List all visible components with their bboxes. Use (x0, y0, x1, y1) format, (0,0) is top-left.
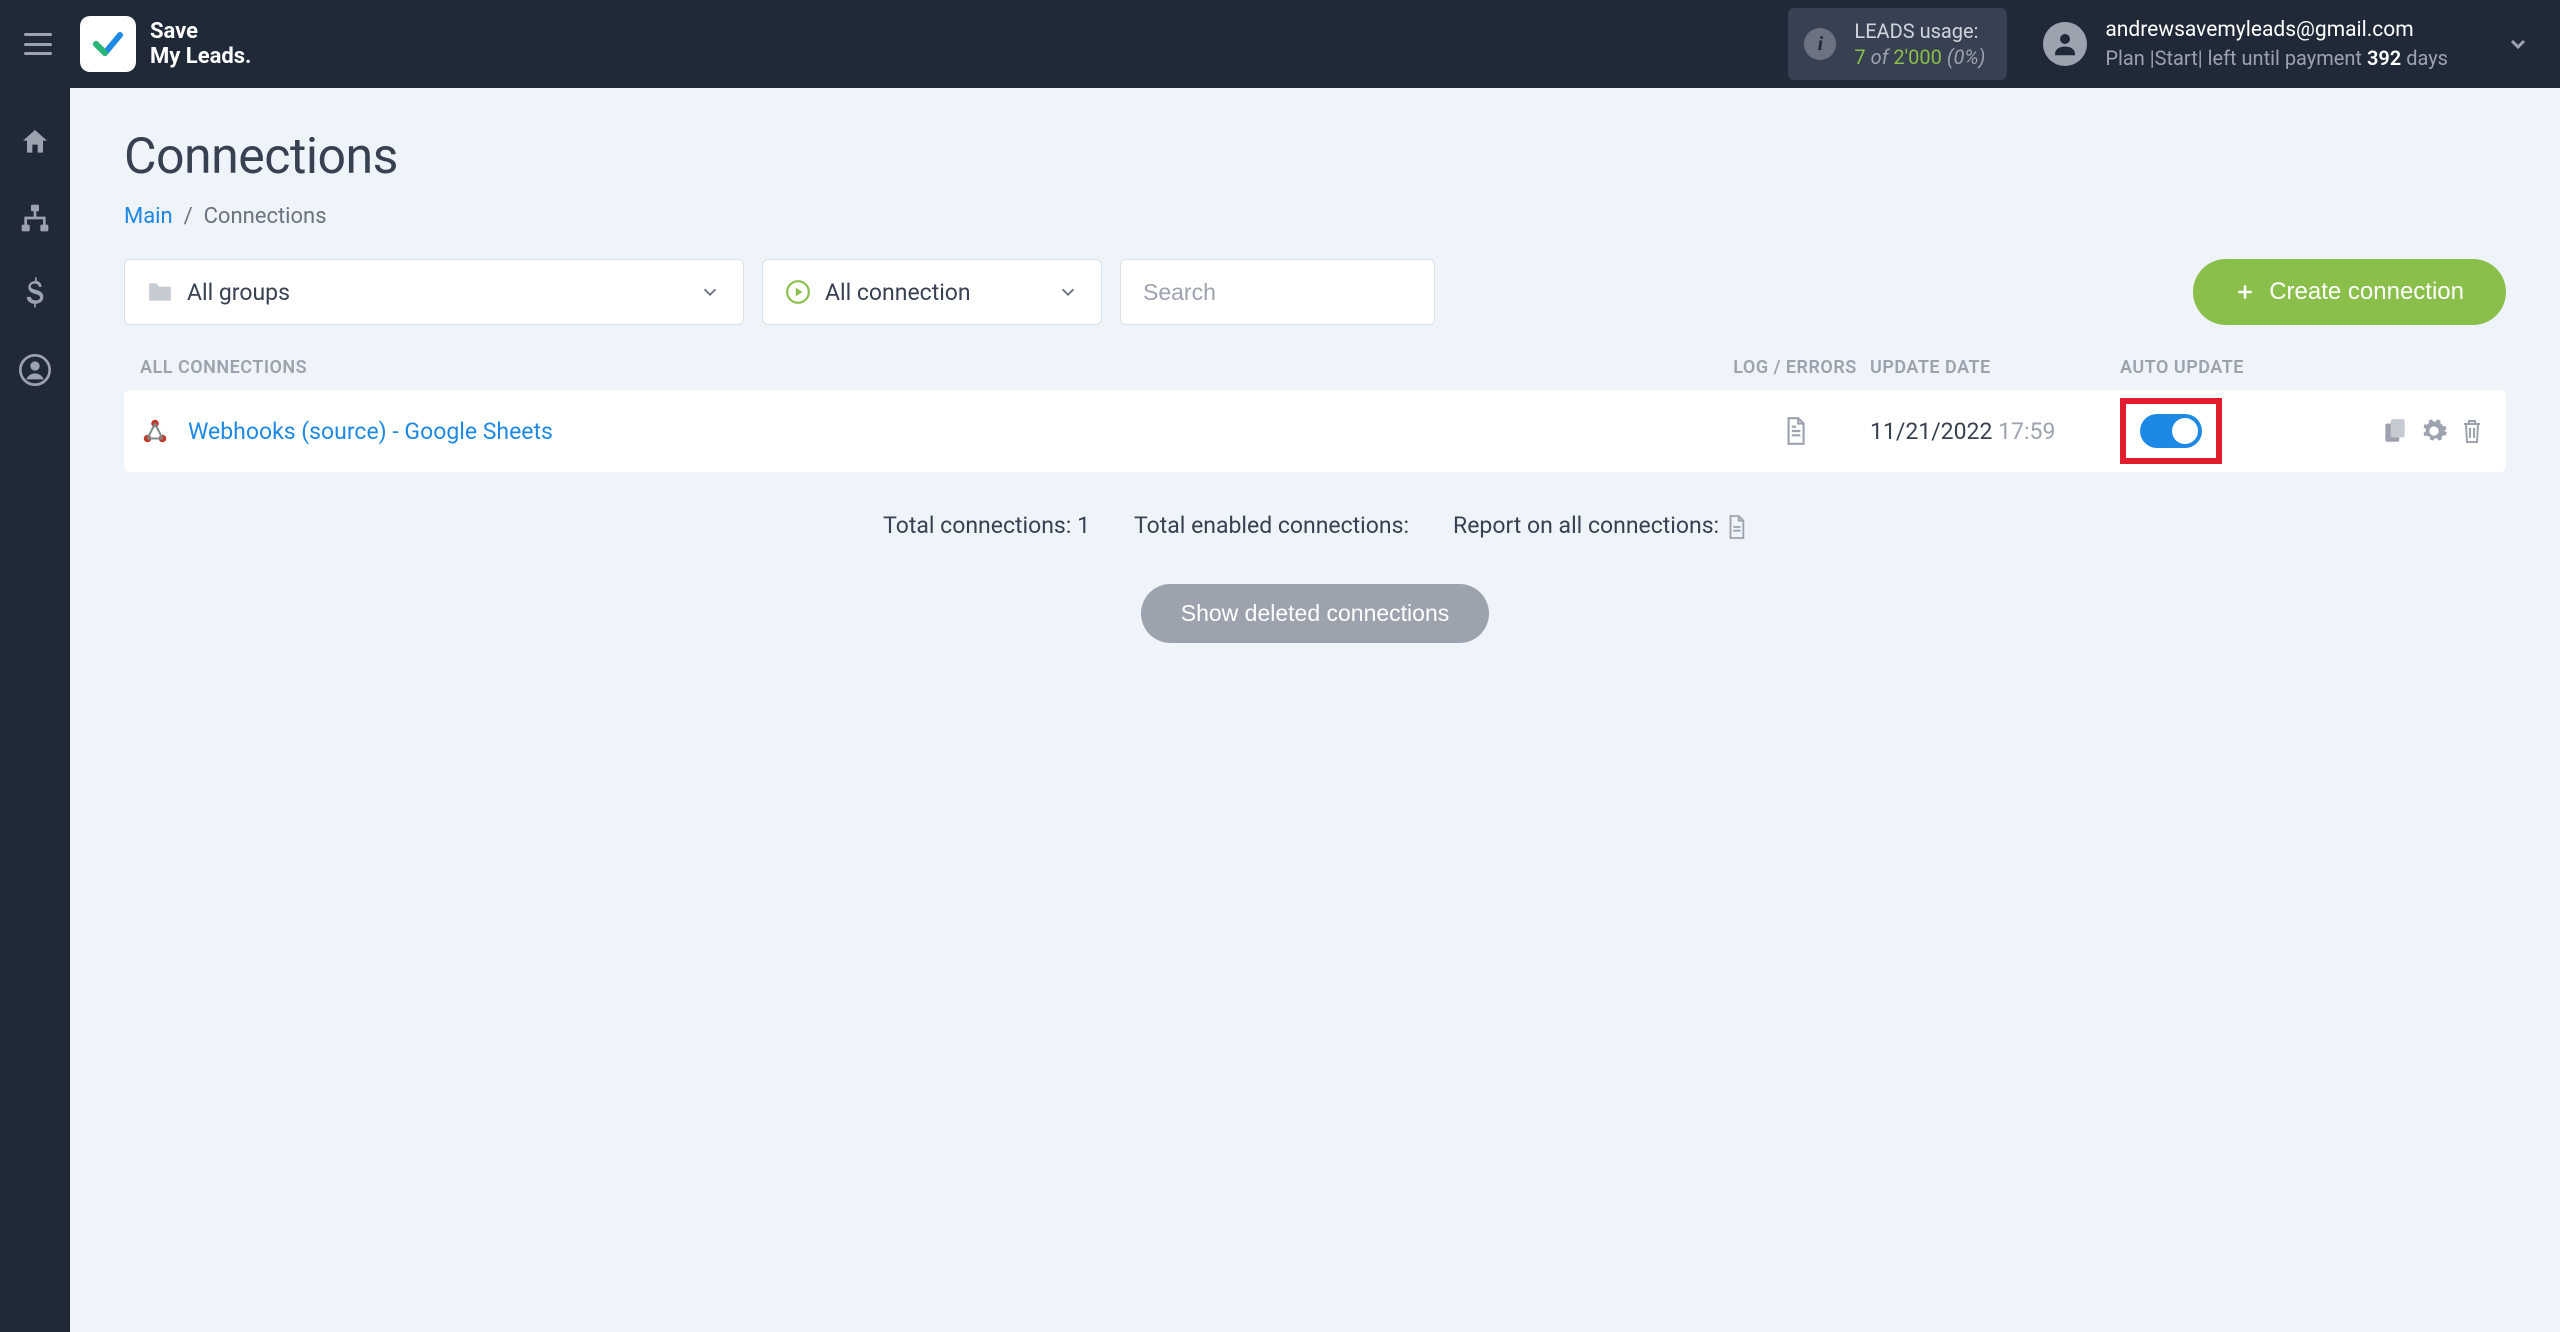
leads-usage-pill: i LEADS usage: 7 of 2'000 (0%) (1788, 8, 2007, 80)
app-header: Save My Leads. i LEADS usage: 7 of 2'000… (0, 0, 2560, 88)
chevron-down-icon (699, 281, 721, 303)
status-select[interactable]: All connection (762, 259, 1102, 325)
chevron-down-icon[interactable] (2506, 32, 2530, 56)
avatar-icon (2043, 22, 2087, 66)
log-button[interactable] (1720, 416, 1870, 446)
total-connections: Total connections: 1 (883, 512, 1090, 539)
update-date: 11/21/2022 17:59 (1870, 418, 2120, 445)
col-date: UPDATE DATE (1870, 357, 2120, 378)
create-connection-button[interactable]: Create connection (2193, 259, 2506, 325)
gear-icon[interactable] (2420, 417, 2448, 445)
nav-billing-icon[interactable] (17, 276, 53, 312)
breadcrumb-current: Connections (204, 204, 327, 229)
search-input[interactable] (1143, 279, 1412, 306)
search-field[interactable] (1120, 259, 1435, 325)
breadcrumb-root-link[interactable]: Main (124, 204, 173, 229)
account-block[interactable]: andrewsavemyleads@gmail.com Plan |Start|… (2043, 16, 2536, 71)
nav-profile-icon[interactable] (17, 352, 53, 388)
plus-icon (2235, 282, 2255, 302)
brand-logo-icon (80, 16, 136, 72)
connection-row: Webhooks (source) - Google Sheets 11/21/… (124, 390, 2506, 472)
brand-line2: My Leads. (150, 44, 251, 69)
show-deleted-button[interactable]: Show deleted connections (1141, 584, 1490, 643)
enabled-connections: Total enabled connections: (1134, 512, 1409, 539)
auto-update-toggle[interactable] (2140, 414, 2202, 448)
status-label: All connection (825, 279, 971, 306)
usage-label: LEADS usage: (1854, 18, 1985, 44)
groups-label: All groups (187, 279, 290, 306)
main-content: Connections Main / Connections All group… (70, 88, 2560, 1332)
account-email: andrewsavemyleads@gmail.com (2105, 16, 2448, 44)
report-all: Report on all connections: (1453, 512, 1747, 540)
groups-select[interactable]: All groups (124, 259, 744, 325)
breadcrumb: Main / Connections (124, 204, 2506, 229)
play-circle-icon (785, 279, 811, 305)
col-name: ALL CONNECTIONS (140, 357, 1720, 378)
sidebar (0, 88, 70, 1332)
col-log: LOG / ERRORS (1720, 357, 1870, 378)
page-title: Connections (124, 128, 2506, 186)
copy-icon[interactable] (2382, 417, 2408, 445)
table-header: ALL CONNECTIONS LOG / ERRORS UPDATE DATE… (124, 357, 2506, 378)
document-icon[interactable] (1725, 514, 1747, 540)
connection-name-link[interactable]: Webhooks (source) - Google Sheets (188, 418, 553, 445)
info-icon: i (1804, 28, 1836, 60)
webhook-icon (140, 416, 170, 446)
usage-value: 7 of 2'000 (0%) (1854, 44, 1985, 70)
summary-row: Total connections: 1 Total enabled conne… (124, 512, 2506, 540)
menu-toggle-icon[interactable] (24, 33, 52, 55)
highlight-box (2120, 398, 2222, 464)
col-auto: AUTO UPDATE (2120, 357, 2340, 378)
brand-name: Save My Leads. (150, 19, 251, 70)
trash-icon[interactable] (2460, 417, 2484, 445)
nav-home-icon[interactable] (17, 124, 53, 160)
folder-icon (147, 281, 173, 303)
nav-connections-icon[interactable] (17, 200, 53, 236)
brand-line1: Save (150, 19, 251, 44)
chevron-down-icon (1057, 281, 1079, 303)
account-plan: Plan |Start| left until payment 392 days (2105, 45, 2448, 72)
